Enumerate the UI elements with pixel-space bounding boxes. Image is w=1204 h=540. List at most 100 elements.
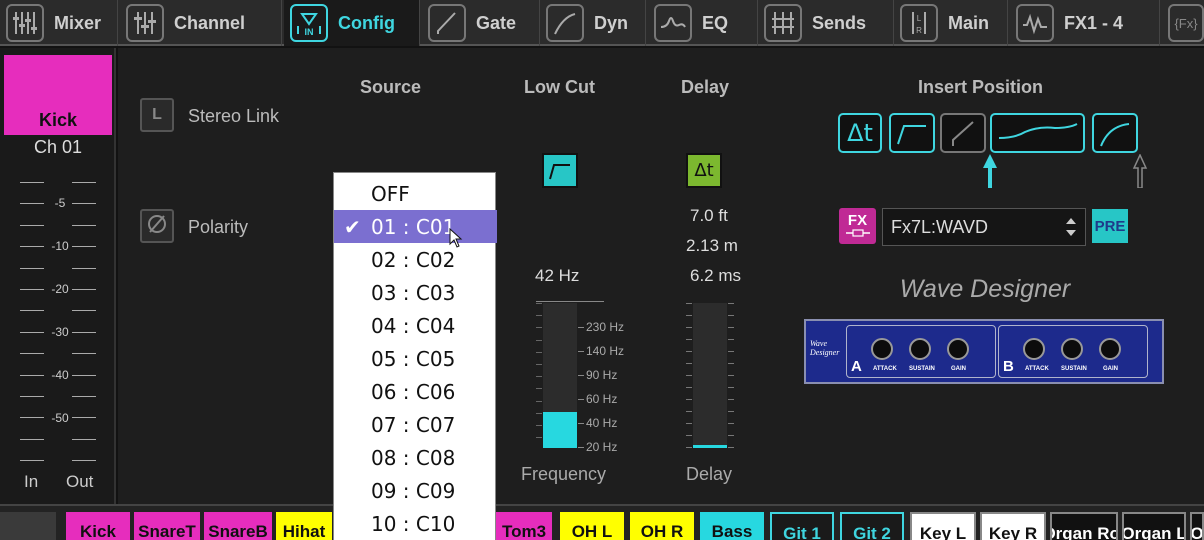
tab-sends[interactable]: Sends: [758, 0, 894, 46]
dropdown-option-label: 09 : C09: [371, 478, 456, 503]
stereo-link-button[interactable]: L: [140, 98, 174, 132]
gain-knob[interactable]: [1099, 338, 1121, 360]
polarity-button[interactable]: [140, 209, 174, 243]
attack-knob[interactable]: [871, 338, 893, 360]
tab-label: FX1 - 4: [1064, 12, 1124, 33]
sends-icon: [764, 4, 802, 42]
meter-tick: [72, 203, 96, 205]
lowcut-footer: Frequency: [521, 464, 607, 484]
tab-gate[interactable]: Gate: [422, 0, 540, 46]
fx-select[interactable]: Fx7L:WAVD: [882, 208, 1086, 246]
tab-main[interactable]: LR Main: [894, 0, 1008, 46]
insert-position-header: Insert Position: [918, 77, 1044, 97]
mixer-icon: [6, 4, 44, 42]
scale-tick: [536, 364, 542, 365]
insert-position-dynamics[interactable]: [1092, 113, 1138, 153]
delay-feet-value: 7.0 ft: [690, 206, 728, 225]
dropdown-option[interactable]: 09 : C09: [334, 474, 497, 507]
lowcut-fader[interactable]: [543, 303, 577, 448]
wave-designer-panel[interactable]: Wave Designer A ATTACK SUSTAIN GAIN B AT…: [804, 319, 1164, 384]
attack-knob[interactable]: [1023, 338, 1045, 360]
channel-chip[interactable]: Key L: [910, 512, 976, 540]
dropdown-option[interactable]: 06 : C06: [334, 375, 497, 408]
dropdown-option[interactable]: 04 : C04: [334, 309, 497, 342]
dropdown-option[interactable]: 05 : C05: [334, 342, 497, 375]
channel-name[interactable]: Kick: [4, 55, 112, 135]
tab-channel[interactable]: Channel: [120, 0, 282, 46]
insert-position-eq[interactable]: [990, 113, 1085, 153]
tab-config[interactable]: IN Config: [284, 0, 420, 46]
channel-chip[interactable]: Hihat: [276, 512, 332, 540]
sustain-knob[interactable]: [1061, 338, 1083, 360]
insert-position-gate[interactable]: [940, 113, 986, 153]
meter-tick: [72, 224, 96, 226]
meter-scale: -5 -10 -20 -30 -40 -50: [0, 166, 116, 471]
scale-tick: [578, 399, 584, 400]
dropdown-option[interactable]: ✔ 01 : C01: [334, 210, 497, 243]
channel-chip[interactable]: Organ Rot: [1050, 512, 1118, 540]
pre-button[interactable]: PRE: [1092, 209, 1128, 243]
meter-scale-label: -50: [51, 411, 69, 425]
lowcut-toggle[interactable]: [542, 153, 578, 188]
scale-tick: [728, 363, 734, 364]
tab-dyn[interactable]: Dyn: [540, 0, 646, 46]
dropdown-option[interactable]: OFF: [334, 177, 497, 210]
channel-chip[interactable]: Git 1: [770, 512, 834, 540]
delay-fader[interactable]: [693, 303, 727, 448]
knob-label: GAIN: [951, 366, 966, 372]
tab-eq[interactable]: EQ: [648, 0, 758, 46]
fx-insert-icon[interactable]: FX: [839, 208, 876, 244]
scale-tick: [728, 339, 734, 340]
scale-tick: [536, 339, 542, 341]
channel-chip[interactable]: Kick: [66, 512, 130, 540]
tab-label: Channel: [174, 12, 246, 33]
fx-icon: [1016, 4, 1054, 42]
scale-tick: [536, 400, 542, 402]
tab-fx1-4[interactable]: FX1 - 4: [1010, 0, 1160, 46]
meter-tick: [72, 310, 96, 312]
lowcut-top-line: [536, 301, 604, 302]
gain-knob[interactable]: [947, 338, 969, 360]
meter-tick: [20, 289, 44, 290]
scale-tick: [728, 351, 734, 352]
channel-chip[interactable]: Tom3: [496, 512, 552, 540]
dropdown-option[interactable]: 10 : C10: [334, 507, 497, 540]
scale-tick: [728, 315, 734, 316]
channel-number: Ch 01: [33, 137, 83, 157]
polarity-icon: [146, 213, 168, 240]
meter-tick: [72, 417, 96, 419]
channel-chip[interactable]: O: [1190, 512, 1204, 540]
plugin-section-a: A ATTACK SUSTAIN GAIN: [846, 325, 996, 378]
channel-chip[interactable]: SnareT: [134, 512, 200, 540]
delay-fader-fill: [693, 445, 727, 448]
tab-label: Dyn: [594, 12, 629, 33]
insert-position-lowcut[interactable]: [889, 113, 935, 153]
dropdown-option[interactable]: 03 : C03: [334, 276, 497, 309]
channel-chip[interactable]: Git 2: [840, 512, 904, 540]
source-dropdown[interactable]: OFF ✔ 01 : C01 02 : C02 03 : C03 04 : C04 05 :…: [333, 172, 497, 540]
channel-chip[interactable]: SnareB: [204, 512, 272, 540]
channel-chip[interactable]: Key R: [980, 512, 1046, 540]
scale-tick: [536, 425, 542, 426]
dropdown-option[interactable]: 08 : C08: [334, 441, 497, 474]
channel-chip[interactable]: OH L: [560, 512, 624, 540]
scale-tick: [728, 435, 734, 436]
scale-tick: [728, 387, 734, 388]
meter-tick: [72, 289, 96, 290]
top-tab-bar: Mixer Channel IN Config Gate Dyn EQ Send…: [0, 0, 1204, 46]
dropdown-option[interactable]: 02 : C02: [334, 243, 497, 276]
sustain-knob[interactable]: [909, 338, 931, 360]
dropdown-option[interactable]: 07 : C07: [334, 408, 497, 441]
channel-chip[interactable]: Organ L: [1122, 512, 1186, 540]
channel-chip[interactable]: Bass: [700, 512, 764, 540]
tab-fx5-8[interactable]: {Fx}: [1162, 0, 1204, 46]
delay-toggle[interactable]: Δt: [686, 153, 722, 188]
delay-ms-value: 6.2 ms: [690, 266, 742, 285]
delta-t-icon: Δt: [694, 160, 714, 181]
insert-position-delay[interactable]: Δt: [838, 113, 882, 153]
tab-mixer[interactable]: Mixer: [0, 0, 118, 46]
channel-chip[interactable]: [0, 512, 56, 540]
channel-chip[interactable]: OH R: [630, 512, 694, 540]
meter-tick: [20, 203, 44, 205]
channel-strip: Kick Ch 01 -5 -10 -20 -30 -40 -50 In Out: [0, 48, 116, 504]
